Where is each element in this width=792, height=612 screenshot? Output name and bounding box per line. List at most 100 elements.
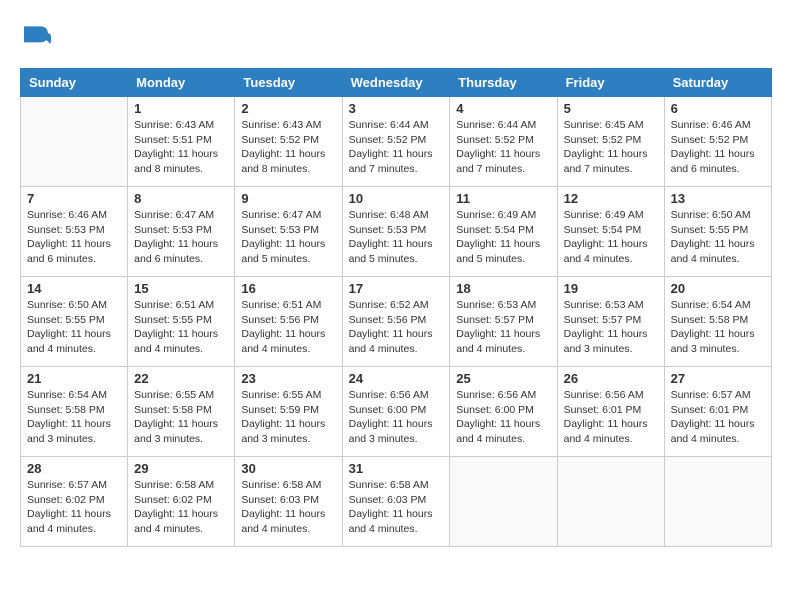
weekday-header-wednesday: Wednesday bbox=[342, 69, 450, 97]
cell-content: Sunrise: 6:47 AM Sunset: 5:53 PM Dayligh… bbox=[134, 208, 228, 267]
calendar-cell: 5 Sunrise: 6:45 AM Sunset: 5:52 PM Daylig… bbox=[557, 97, 664, 187]
calendar-cell: 30 Sunrise: 6:58 AM Sunset: 6:03 PM Dayli… bbox=[235, 457, 342, 547]
calendar-cell bbox=[557, 457, 664, 547]
calendar-week-1: 1 Sunrise: 6:43 AM Sunset: 5:51 PM Daylig… bbox=[21, 97, 772, 187]
cell-content: Sunrise: 6:46 AM Sunset: 5:53 PM Dayligh… bbox=[27, 208, 121, 267]
calendar-week-2: 7 Sunrise: 6:46 AM Sunset: 5:53 PM Daylig… bbox=[21, 187, 772, 277]
calendar-cell: 7 Sunrise: 6:46 AM Sunset: 5:53 PM Daylig… bbox=[21, 187, 128, 277]
cell-content: Sunrise: 6:45 AM Sunset: 5:52 PM Dayligh… bbox=[564, 118, 658, 177]
weekday-header-friday: Friday bbox=[557, 69, 664, 97]
calendar-cell: 11 Sunrise: 6:49 AM Sunset: 5:54 PM Dayli… bbox=[450, 187, 557, 277]
cell-content: Sunrise: 6:50 AM Sunset: 5:55 PM Dayligh… bbox=[671, 208, 765, 267]
calendar-cell: 27 Sunrise: 6:57 AM Sunset: 6:01 PM Dayli… bbox=[664, 367, 771, 457]
calendar-cell: 31 Sunrise: 6:58 AM Sunset: 6:03 PM Dayli… bbox=[342, 457, 450, 547]
cell-content: Sunrise: 6:52 AM Sunset: 5:56 PM Dayligh… bbox=[349, 298, 444, 357]
cell-content: Sunrise: 6:46 AM Sunset: 5:52 PM Dayligh… bbox=[671, 118, 765, 177]
cell-content: Sunrise: 6:57 AM Sunset: 6:02 PM Dayligh… bbox=[27, 478, 121, 537]
day-number: 4 bbox=[456, 101, 550, 116]
cell-content: Sunrise: 6:54 AM Sunset: 5:58 PM Dayligh… bbox=[27, 388, 121, 447]
calendar-cell bbox=[664, 457, 771, 547]
cell-content: Sunrise: 6:43 AM Sunset: 5:52 PM Dayligh… bbox=[241, 118, 335, 177]
day-number: 6 bbox=[671, 101, 765, 116]
cell-content: Sunrise: 6:44 AM Sunset: 5:52 PM Dayligh… bbox=[349, 118, 444, 177]
day-number: 28 bbox=[27, 461, 121, 476]
day-number: 22 bbox=[134, 371, 228, 386]
day-number: 3 bbox=[349, 101, 444, 116]
day-number: 16 bbox=[241, 281, 335, 296]
calendar-cell: 6 Sunrise: 6:46 AM Sunset: 5:52 PM Daylig… bbox=[664, 97, 771, 187]
cell-content: Sunrise: 6:47 AM Sunset: 5:53 PM Dayligh… bbox=[241, 208, 335, 267]
day-number: 27 bbox=[671, 371, 765, 386]
cell-content: Sunrise: 6:44 AM Sunset: 5:52 PM Dayligh… bbox=[456, 118, 550, 177]
cell-content: Sunrise: 6:56 AM Sunset: 6:00 PM Dayligh… bbox=[349, 388, 444, 447]
cell-content: Sunrise: 6:55 AM Sunset: 5:58 PM Dayligh… bbox=[134, 388, 228, 447]
page-header bbox=[20, 20, 772, 52]
day-number: 24 bbox=[349, 371, 444, 386]
cell-content: Sunrise: 6:48 AM Sunset: 5:53 PM Dayligh… bbox=[349, 208, 444, 267]
day-number: 29 bbox=[134, 461, 228, 476]
weekday-header-saturday: Saturday bbox=[664, 69, 771, 97]
calendar-cell: 10 Sunrise: 6:48 AM Sunset: 5:53 PM Dayli… bbox=[342, 187, 450, 277]
calendar-cell: 26 Sunrise: 6:56 AM Sunset: 6:01 PM Dayli… bbox=[557, 367, 664, 457]
calendar-cell bbox=[450, 457, 557, 547]
cell-content: Sunrise: 6:51 AM Sunset: 5:55 PM Dayligh… bbox=[134, 298, 228, 357]
calendar-table: SundayMondayTuesdayWednesdayThursdayFrid… bbox=[20, 68, 772, 547]
cell-content: Sunrise: 6:57 AM Sunset: 6:01 PM Dayligh… bbox=[671, 388, 765, 447]
day-number: 25 bbox=[456, 371, 550, 386]
calendar-cell: 28 Sunrise: 6:57 AM Sunset: 6:02 PM Dayli… bbox=[21, 457, 128, 547]
cell-content: Sunrise: 6:54 AM Sunset: 5:58 PM Dayligh… bbox=[671, 298, 765, 357]
day-number: 11 bbox=[456, 191, 550, 206]
weekday-header-sunday: Sunday bbox=[21, 69, 128, 97]
calendar-cell: 24 Sunrise: 6:56 AM Sunset: 6:00 PM Dayli… bbox=[342, 367, 450, 457]
weekday-header-thursday: Thursday bbox=[450, 69, 557, 97]
day-number: 7 bbox=[27, 191, 121, 206]
day-number: 30 bbox=[241, 461, 335, 476]
day-number: 15 bbox=[134, 281, 228, 296]
calendar-cell: 15 Sunrise: 6:51 AM Sunset: 5:55 PM Dayli… bbox=[128, 277, 235, 367]
day-number: 18 bbox=[456, 281, 550, 296]
cell-content: Sunrise: 6:58 AM Sunset: 6:02 PM Dayligh… bbox=[134, 478, 228, 537]
calendar-cell: 3 Sunrise: 6:44 AM Sunset: 5:52 PM Daylig… bbox=[342, 97, 450, 187]
logo bbox=[20, 20, 56, 52]
calendar-cell: 1 Sunrise: 6:43 AM Sunset: 5:51 PM Daylig… bbox=[128, 97, 235, 187]
day-number: 20 bbox=[671, 281, 765, 296]
cell-content: Sunrise: 6:51 AM Sunset: 5:56 PM Dayligh… bbox=[241, 298, 335, 357]
day-number: 9 bbox=[241, 191, 335, 206]
calendar-header-row: SundayMondayTuesdayWednesdayThursdayFrid… bbox=[21, 69, 772, 97]
day-number: 1 bbox=[134, 101, 228, 116]
day-number: 5 bbox=[564, 101, 658, 116]
cell-content: Sunrise: 6:58 AM Sunset: 6:03 PM Dayligh… bbox=[241, 478, 335, 537]
calendar-week-5: 28 Sunrise: 6:57 AM Sunset: 6:02 PM Dayli… bbox=[21, 457, 772, 547]
day-number: 17 bbox=[349, 281, 444, 296]
day-number: 8 bbox=[134, 191, 228, 206]
calendar-cell: 4 Sunrise: 6:44 AM Sunset: 5:52 PM Daylig… bbox=[450, 97, 557, 187]
day-number: 31 bbox=[349, 461, 444, 476]
calendar-cell: 21Sunrise: 6:54 AM Sunset: 5:58 PM Dayli… bbox=[21, 367, 128, 457]
day-number: 23 bbox=[241, 371, 335, 386]
day-number: 14 bbox=[27, 281, 121, 296]
calendar-cell: 19Sunrise: 6:53 AM Sunset: 5:57 PM Dayli… bbox=[557, 277, 664, 367]
calendar-cell: 9 Sunrise: 6:47 AM Sunset: 5:53 PM Daylig… bbox=[235, 187, 342, 277]
cell-content: Sunrise: 6:43 AM Sunset: 5:51 PM Dayligh… bbox=[134, 118, 228, 177]
calendar-week-4: 21Sunrise: 6:54 AM Sunset: 5:58 PM Dayli… bbox=[21, 367, 772, 457]
cell-content: Sunrise: 6:50 AM Sunset: 5:55 PM Dayligh… bbox=[27, 298, 121, 357]
cell-content: Sunrise: 6:58 AM Sunset: 6:03 PM Dayligh… bbox=[349, 478, 444, 537]
calendar-cell: 14 Sunrise: 6:50 AM Sunset: 5:55 PM Dayli… bbox=[21, 277, 128, 367]
calendar-cell: 18Sunrise: 6:53 AM Sunset: 5:57 PM Dayli… bbox=[450, 277, 557, 367]
day-number: 26 bbox=[564, 371, 658, 386]
calendar-cell: 23Sunrise: 6:55 AM Sunset: 5:59 PM Dayli… bbox=[235, 367, 342, 457]
calendar-cell: 8 Sunrise: 6:47 AM Sunset: 5:53 PM Daylig… bbox=[128, 187, 235, 277]
day-number: 10 bbox=[349, 191, 444, 206]
calendar-week-3: 14 Sunrise: 6:50 AM Sunset: 5:55 PM Dayli… bbox=[21, 277, 772, 367]
calendar-cell: 20 Sunrise: 6:54 AM Sunset: 5:58 PM Dayli… bbox=[664, 277, 771, 367]
cell-content: Sunrise: 6:49 AM Sunset: 5:54 PM Dayligh… bbox=[456, 208, 550, 267]
day-number: 2 bbox=[241, 101, 335, 116]
calendar-cell: 12Sunrise: 6:49 AM Sunset: 5:54 PM Dayli… bbox=[557, 187, 664, 277]
cell-content: Sunrise: 6:56 AM Sunset: 6:00 PM Dayligh… bbox=[456, 388, 550, 447]
logo-icon bbox=[20, 20, 52, 52]
weekday-header-tuesday: Tuesday bbox=[235, 69, 342, 97]
calendar-cell: 17 Sunrise: 6:52 AM Sunset: 5:56 PM Dayli… bbox=[342, 277, 450, 367]
cell-content: Sunrise: 6:56 AM Sunset: 6:01 PM Dayligh… bbox=[564, 388, 658, 447]
calendar-cell: 29 Sunrise: 6:58 AM Sunset: 6:02 PM Dayli… bbox=[128, 457, 235, 547]
calendar-cell bbox=[21, 97, 128, 187]
